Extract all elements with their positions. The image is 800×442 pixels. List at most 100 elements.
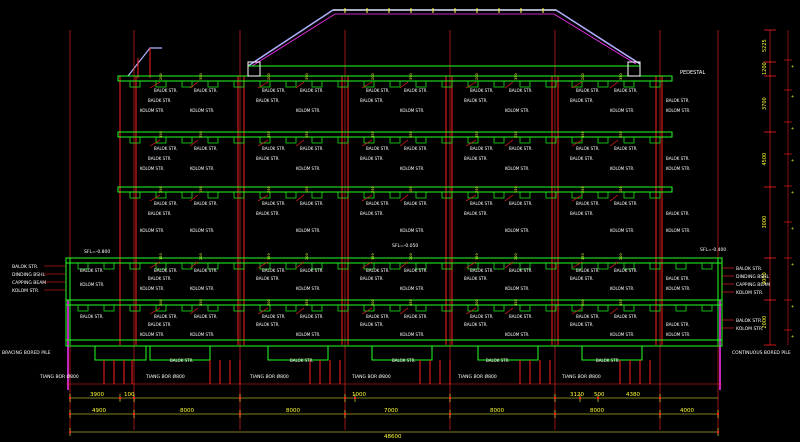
kolom-callout: KOLOM STR. xyxy=(666,166,690,171)
dim-text: 4900 xyxy=(92,408,106,414)
kolom-callout: KOLOM STR. xyxy=(140,332,164,337)
balok-callout: BALOK STR. xyxy=(256,322,280,327)
balok-callout: BALOK STR. xyxy=(262,88,286,93)
right-side-label: KOLOM STR. xyxy=(736,326,763,332)
balok-callout: BALOK STR. xyxy=(404,268,428,273)
kolom-callout: KOLOM STR. xyxy=(296,166,320,171)
balok-callout: BALOK STR. xyxy=(360,156,384,161)
vdim-mark: + xyxy=(790,127,795,130)
balok-callout: BALOK STR. xyxy=(300,314,324,319)
dim-node xyxy=(119,397,121,399)
tiang-callout: TIANG BOR Ø800 xyxy=(561,373,601,380)
balok-callout: BALOK STR. xyxy=(194,146,218,151)
kolom-callout: KOLOM STR. xyxy=(296,332,320,337)
beam-mark: 350 xyxy=(619,73,623,80)
beam-mark: 250 xyxy=(267,186,271,193)
balok-callout: BALOK STR. xyxy=(404,146,428,151)
dim-node xyxy=(344,397,346,399)
kolom-callout: KOLOM STR. xyxy=(80,282,104,287)
balok-callout: BALOK STR. xyxy=(596,358,620,363)
tiang-callout: TIANG BOR Ø800 xyxy=(457,373,497,380)
beam-mark: 250 xyxy=(199,131,203,138)
left-side-label: CAPPING BEAM xyxy=(12,280,46,286)
balok-callout: BALOK STR. xyxy=(262,268,286,273)
kolom-callout: KOLOM STR. xyxy=(190,286,214,291)
dim-node xyxy=(554,413,556,415)
balok-callout: BALOK STR. xyxy=(614,268,638,273)
kolom-callout: KOLOM STR. xyxy=(610,108,634,113)
kolom-callout: KOLOM STR. xyxy=(400,166,424,171)
beam-mark: 250 xyxy=(619,131,623,138)
vdim-mark: + xyxy=(790,65,795,68)
sfl-mid-label: SFL=-0.050 xyxy=(392,243,418,249)
balok-callout: BALOK STR. xyxy=(470,314,494,319)
balok-callout: BALOK STR. xyxy=(366,88,390,93)
total-dimension: 48600 xyxy=(384,434,402,440)
beam-mark: 200 xyxy=(159,299,163,306)
dim-text: 8000 xyxy=(180,408,194,414)
left-side-label: DINDING BSHL xyxy=(12,272,45,278)
beam-mark: 200 xyxy=(371,299,375,306)
dim-text: 1000 xyxy=(352,392,366,398)
dim-node xyxy=(239,397,241,399)
balok-callout: BALOK STR. xyxy=(148,98,172,103)
kolom-callout: KOLOM STR. xyxy=(400,332,424,337)
balok-callout: BALOK STR. xyxy=(366,268,390,273)
balok-callout: BALOK STR. xyxy=(256,98,280,103)
balok-callout: BALOK STR. xyxy=(300,201,324,206)
beam-mark: 250 xyxy=(305,131,309,138)
dim-text: 7000 xyxy=(384,408,398,414)
beam-mark: 200 xyxy=(475,299,479,306)
vdim-text: 5225 xyxy=(762,39,768,52)
balok-callout: BALOK STR. xyxy=(666,211,690,216)
kolom-callout: KOLOM STR. xyxy=(296,228,320,233)
balok-callout: BALOK STR. xyxy=(576,146,600,151)
balok-callout: BALOK STR. xyxy=(80,268,104,273)
balok-callout: BALOK STR. xyxy=(614,146,638,151)
kolom-callout: KOLOM STR. xyxy=(610,286,634,291)
beam-mark: 150 xyxy=(475,253,479,260)
kolom-callout: KOLOM STR. xyxy=(140,108,164,113)
balok-callout: BALOK STR. xyxy=(262,314,286,319)
beam-mark: 150 xyxy=(581,253,585,260)
balok-callout: BALOK STR. xyxy=(262,146,286,151)
dim-node xyxy=(554,397,556,399)
beam-mark: 250 xyxy=(475,186,479,193)
balok-callout: BALOK STR. xyxy=(486,358,510,363)
balok-callout: BALOK STR. xyxy=(194,268,218,273)
beam-mark: 200 xyxy=(409,253,413,260)
dim-node xyxy=(69,413,71,415)
kolom-callout: KOLOM STR. xyxy=(505,108,529,113)
tiang-callout: TIANG BOR Ø800 xyxy=(145,373,185,380)
balok-callout: BALOK STR. xyxy=(614,88,638,93)
dim-text: 4000 xyxy=(680,408,694,414)
beam-mark: 150 xyxy=(514,186,518,193)
kolom-callout: KOLOM STR. xyxy=(505,332,529,337)
balok-callout: BALOK STR. xyxy=(464,98,488,103)
kolom-callout: KOLOM STR. xyxy=(190,108,214,113)
balok-callout: BALOK STR. xyxy=(290,358,314,363)
balok-callout: BALOK STR. xyxy=(300,146,324,151)
kolom-callout: KOLOM STR. xyxy=(140,228,164,233)
beam-mark: 350 xyxy=(305,299,309,306)
beam-mark: 350 xyxy=(371,131,375,138)
dim-text: 4380 xyxy=(626,392,640,398)
balok-callout: BALOK STR. xyxy=(194,88,218,93)
vdim-text: 3700 xyxy=(762,97,768,110)
beam-mark: 200 xyxy=(267,73,271,80)
balok-callout: BALOK STR. xyxy=(570,156,594,161)
vdim-mark: + xyxy=(790,305,795,308)
beam-mark: 350 xyxy=(199,299,203,306)
beam-mark: 350 xyxy=(475,131,479,138)
balok-callout: BALOK STR. xyxy=(392,358,416,363)
beam-mark: 150 xyxy=(371,253,375,260)
tiang-callout: TIANG BOR Ø800 xyxy=(351,373,391,380)
vdim-text: 3000 xyxy=(762,216,768,229)
beam-mark: 200 xyxy=(305,253,309,260)
vdim-text: 4500 xyxy=(762,153,768,166)
beam-mark: 250 xyxy=(371,186,375,193)
beam-mark: 150 xyxy=(409,186,413,193)
balok-callout: BALOK STR. xyxy=(470,88,494,93)
dim-text: 500 xyxy=(594,392,605,398)
dim-node xyxy=(659,397,661,399)
